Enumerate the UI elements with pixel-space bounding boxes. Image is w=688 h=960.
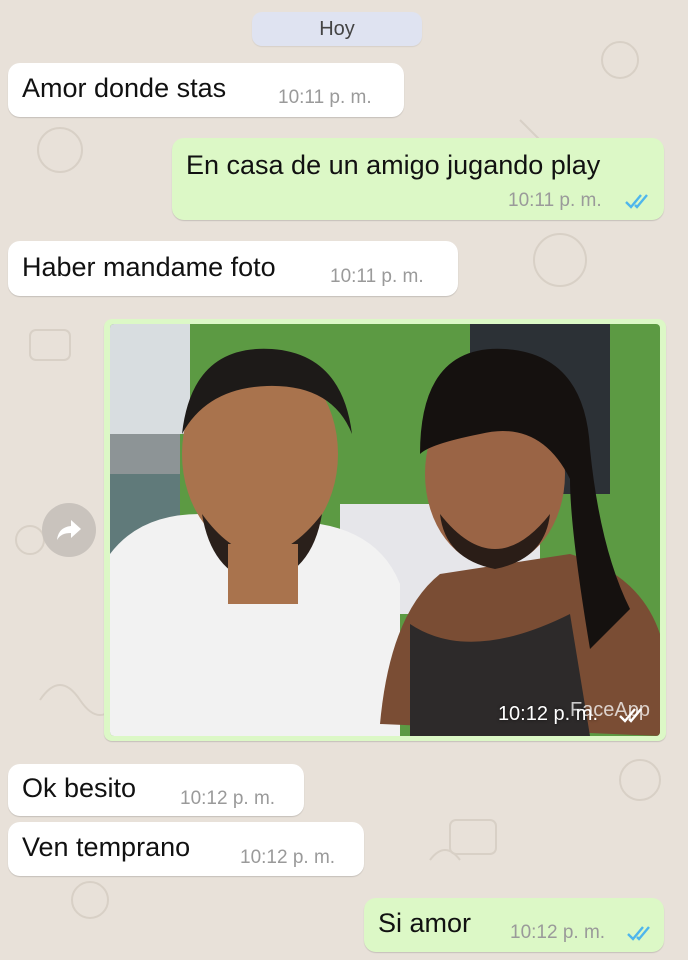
message-time: 10:12 p. m.: [180, 788, 276, 809]
image-message-outgoing[interactable]: 10:12 p. m. FaceApp: [104, 319, 666, 741]
message-text: En casa de un amigo jugando play: [186, 150, 601, 180]
message-bubble-outgoing[interactable]: Si amor 10:12 p. m.: [364, 898, 664, 952]
double-check-icon: [627, 926, 650, 941]
message-text: Amor donde stas: [22, 73, 227, 103]
message-time: 10:12 p. m.: [240, 847, 336, 868]
message-bubble-outgoing[interactable]: En casa de un amigo jugando play 10:11 p…: [172, 138, 664, 220]
message-text: Ok besito: [22, 773, 137, 803]
message-time: 10:12 p. m.: [510, 922, 606, 943]
message-text: Haber mandame foto: [22, 252, 276, 282]
double-check-icon: [625, 194, 648, 209]
message-bubble-incoming[interactable]: Ven temprano 10:12 p. m.: [8, 822, 364, 876]
message-bubble-incoming[interactable]: Haber mandame foto 10:11 p. m.: [8, 241, 458, 296]
message-bubble-incoming[interactable]: Amor donde stas 10:11 p. m.: [8, 63, 404, 117]
message-bubble-incoming[interactable]: Ok besito 10:12 p. m.: [8, 764, 304, 816]
double-check-icon: [619, 708, 642, 723]
message-time: 10:11 p. m.: [508, 190, 602, 211]
message-text: Si amor: [378, 908, 472, 938]
message-text: Ven temprano: [22, 832, 191, 862]
selfie-photo: [110, 324, 660, 736]
message-time: 10:11 p. m.: [278, 87, 372, 108]
date-divider: Hoy: [252, 12, 422, 46]
forward-button[interactable]: [42, 503, 96, 557]
message-time: 10:11 p. m.: [330, 266, 424, 287]
photo-image[interactable]: 10:12 p. m. FaceApp: [110, 324, 660, 736]
share-arrow-icon: [57, 520, 81, 540]
